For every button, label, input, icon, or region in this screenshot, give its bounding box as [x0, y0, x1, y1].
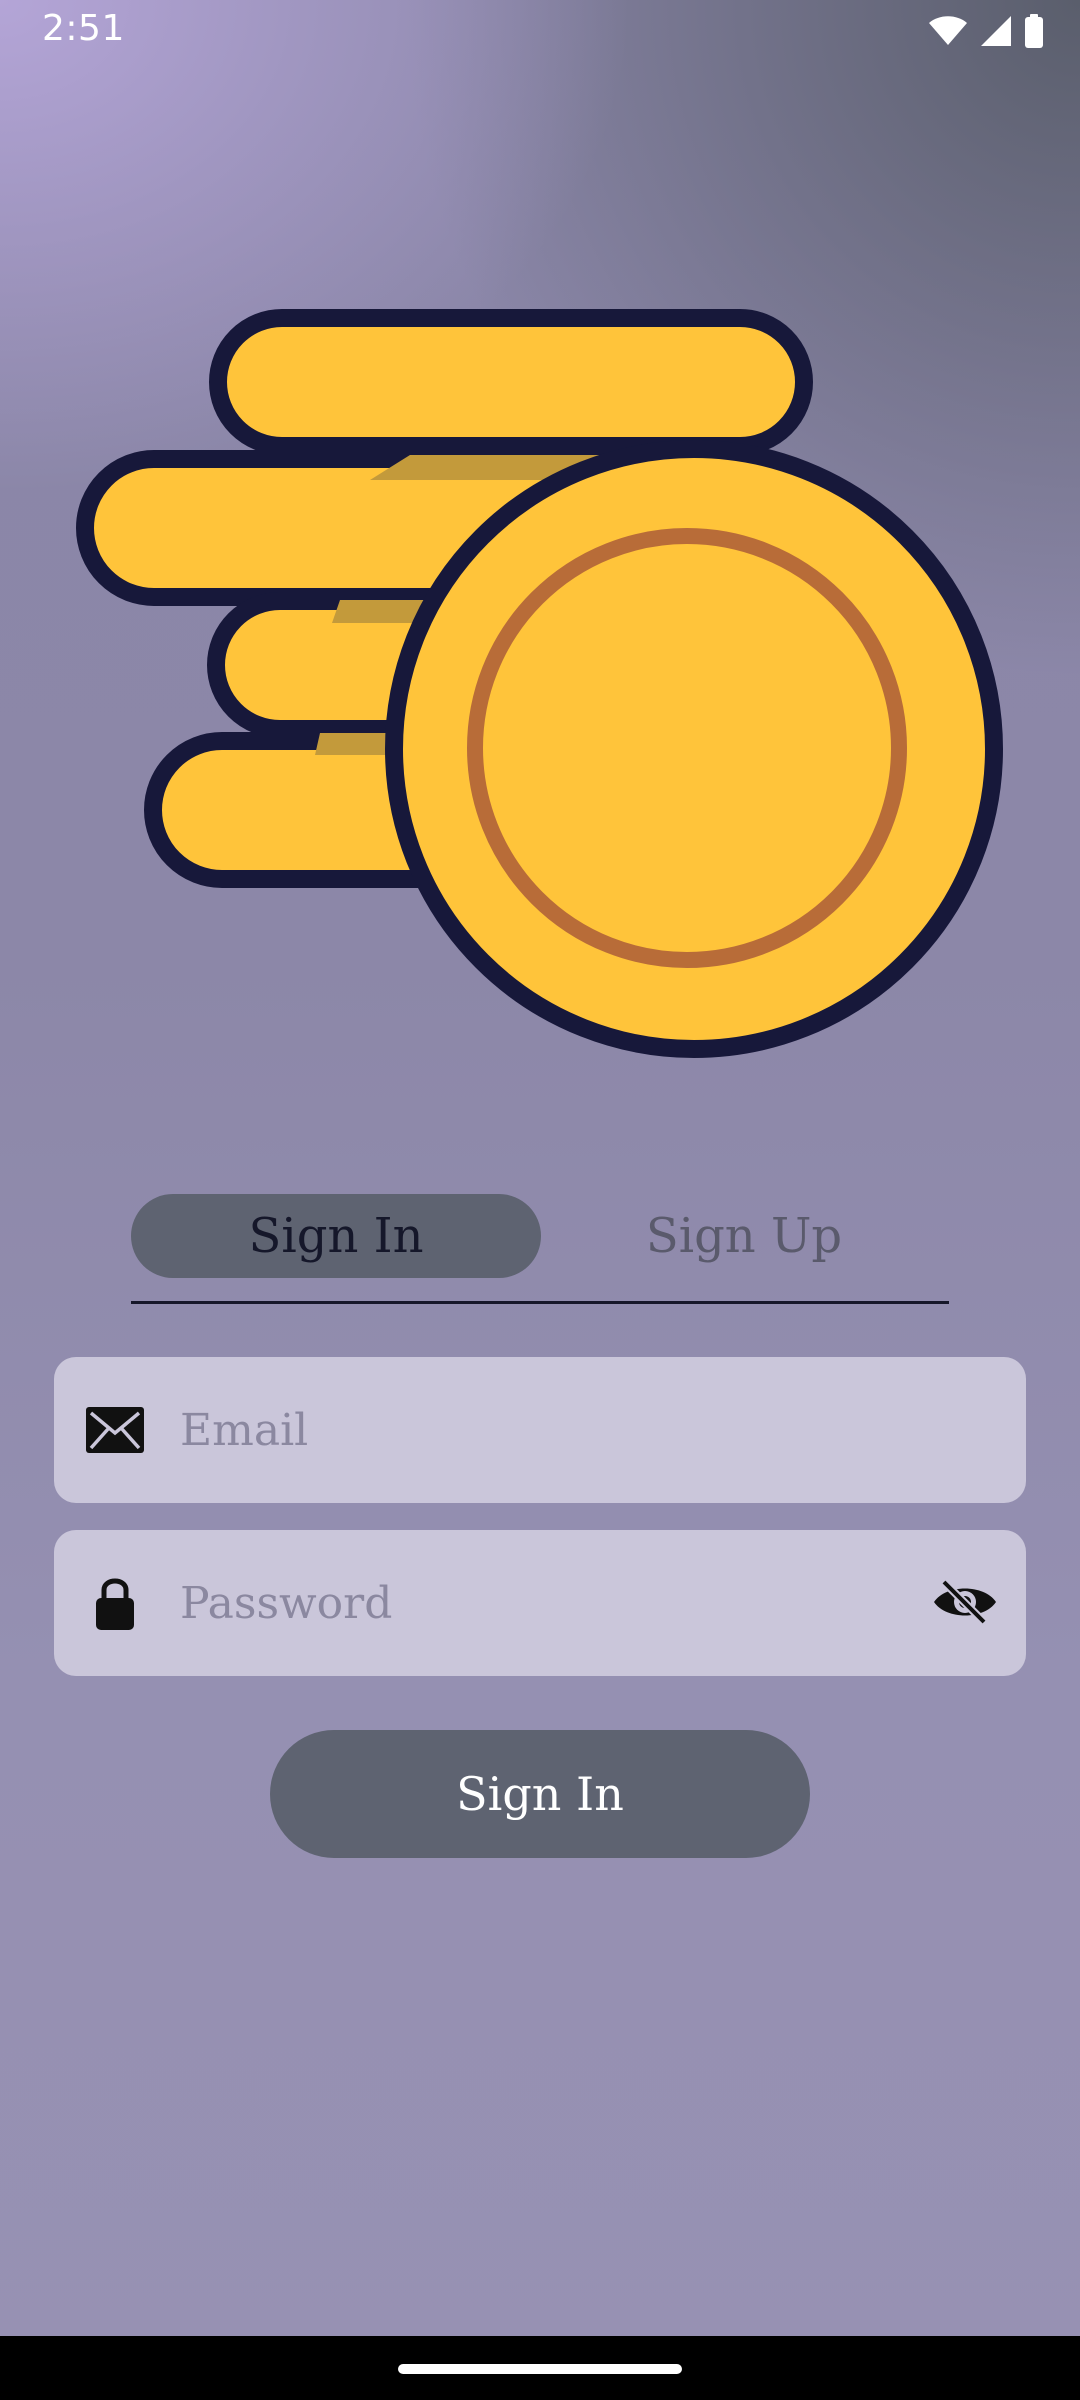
email-field	[54, 1357, 1026, 1503]
eye-off-icon[interactable]	[932, 1572, 998, 1632]
coins-stack-icon	[70, 305, 1010, 1065]
navigation-bar	[0, 2336, 1080, 2400]
tabs-underline	[131, 1301, 949, 1304]
wifi-icon	[928, 15, 968, 47]
sign-in-button[interactable]: Sign In	[270, 1730, 810, 1858]
envelope-icon	[86, 1405, 144, 1455]
status-icons	[928, 14, 1044, 48]
auth-tabs: Sign In Sign Up	[131, 1194, 949, 1304]
lock-icon	[86, 1578, 144, 1630]
email-input[interactable]	[180, 1387, 940, 1473]
tab-sign-up[interactable]: Sign Up	[539, 1194, 949, 1278]
status-time: 2:51	[42, 8, 125, 49]
home-gesture-handle[interactable]	[398, 2364, 682, 2374]
status-bar: 2:51	[0, 0, 1080, 62]
battery-icon	[1024, 14, 1044, 48]
tab-sign-in[interactable]: Sign In	[131, 1194, 541, 1278]
password-input[interactable]	[180, 1560, 940, 1646]
cell-signal-icon	[980, 15, 1012, 47]
password-field	[54, 1530, 1026, 1676]
